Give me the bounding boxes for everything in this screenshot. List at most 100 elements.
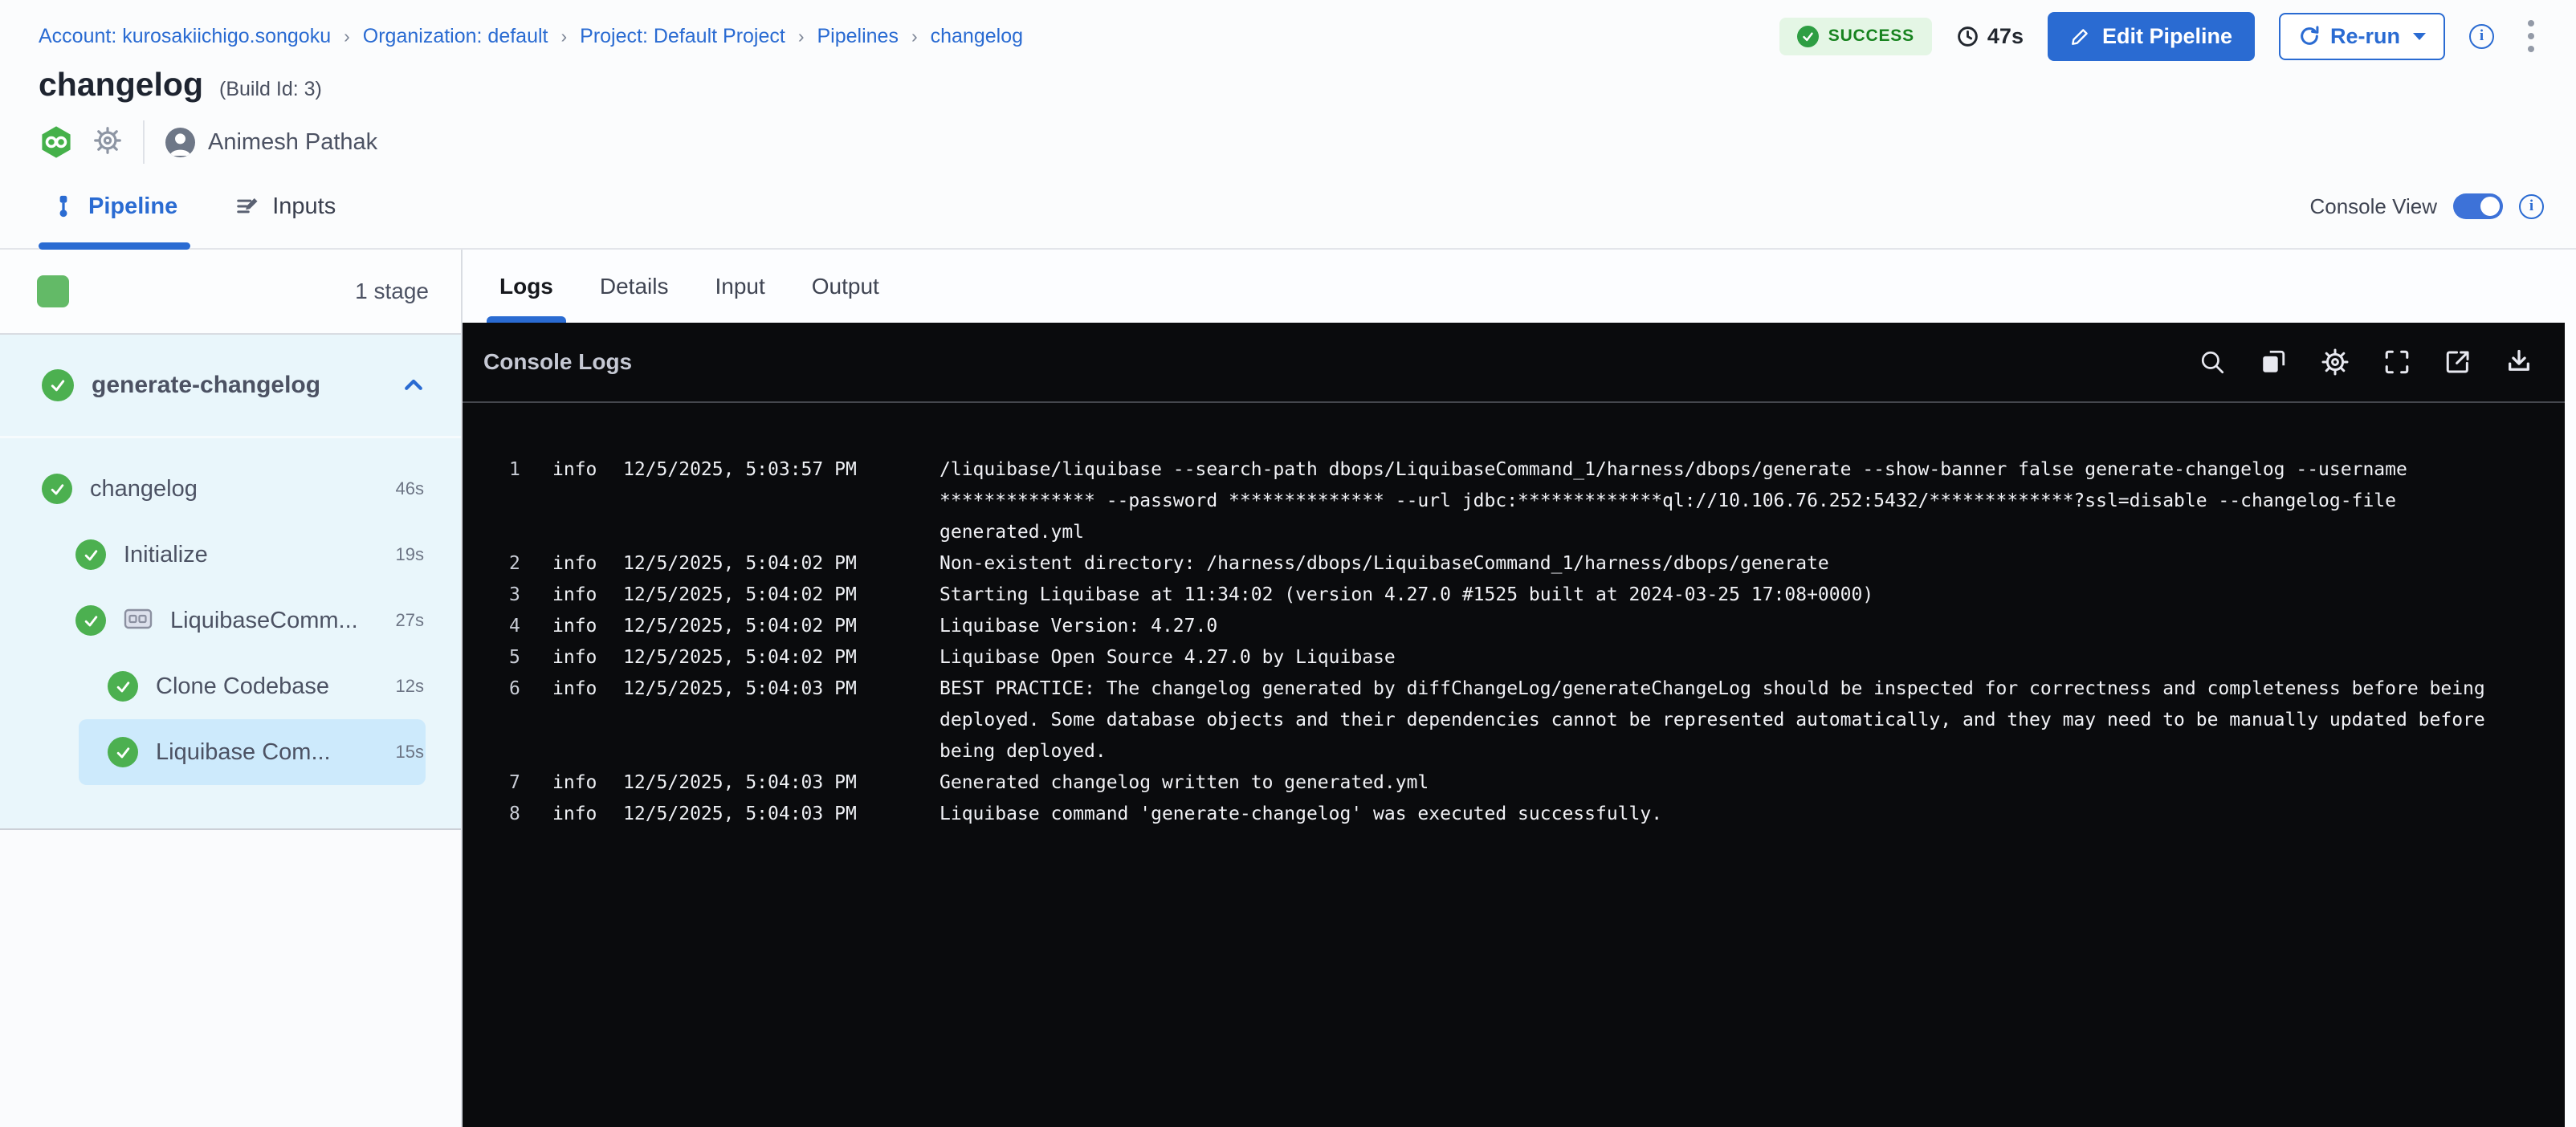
log-timestamp: 12/5/2025, 5:03:57 PM — [623, 454, 920, 548]
log-timestamp: 12/5/2025, 5:04:03 PM — [623, 799, 920, 830]
log-timestamp: 12/5/2025, 5:04:02 PM — [623, 580, 920, 611]
log-level: info — [552, 454, 604, 548]
console-log-lines: 1 info 12/5/2025, 5:03:57 PM /liquibase/… — [463, 403, 2565, 830]
step-label: Liquibase Com... — [156, 739, 378, 766]
breadcrumb-link[interactable]: Account: kurosakiichigo.songoku — [39, 25, 331, 48]
log-message: Starting Liquibase at 11:34:02 (version … — [940, 580, 2537, 611]
execution-duration: 47s — [1956, 24, 2024, 49]
stage-status-square[interactable] — [37, 275, 69, 307]
download-icon[interactable] — [2505, 348, 2533, 376]
step-detail-panel: Logs Details Input Output Console Logs — [463, 250, 2576, 1127]
chevron-up-icon[interactable] — [401, 373, 426, 397]
rerun-icon — [2298, 25, 2321, 47]
edit-pipeline-button[interactable]: Edit Pipeline — [2048, 12, 2255, 61]
tab-pipeline[interactable]: Pipeline — [39, 165, 190, 248]
log-line: 8 info 12/5/2025, 5:04:03 PM Liquibase c… — [509, 799, 2537, 830]
log-message: Liquibase Open Source 4.27.0 by Liquibas… — [940, 642, 2537, 673]
console-view-info-icon[interactable]: i — [2519, 194, 2544, 219]
breadcrumb-separator: › — [911, 26, 918, 47]
breadcrumb-link[interactable]: changelog — [931, 25, 1023, 48]
step-label: LiquibaseComm... — [170, 608, 378, 634]
breadcrumb-separator: › — [798, 26, 805, 47]
log-line-number: 7 — [509, 767, 533, 799]
breadcrumb-link[interactable]: Project: Default Project — [580, 25, 785, 48]
triggered-by: Animesh Pathak — [165, 128, 377, 157]
step-row[interactable]: Initialize 19s — [0, 522, 461, 588]
log-line-number: 8 — [509, 799, 533, 830]
step-success-icon — [108, 737, 138, 767]
log-line: 1 info 12/5/2025, 5:03:57 PM /liquibase/… — [509, 454, 2537, 548]
rerun-caret-icon — [2413, 33, 2426, 40]
rerun-button[interactable]: Re-run — [2279, 13, 2445, 60]
detail-tab[interactable]: Details — [600, 250, 669, 323]
detail-tab[interactable]: Input — [715, 250, 764, 323]
log-message: Liquibase command 'generate-changelog' w… — [940, 799, 2537, 830]
log-timestamp: 12/5/2025, 5:04:03 PM — [623, 673, 920, 767]
breadcrumb-separator: › — [344, 26, 350, 47]
stage-header[interactable]: generate-changelog — [0, 335, 461, 436]
step-duration: 19s — [396, 544, 424, 565]
rerun-info-icon[interactable]: i — [2469, 24, 2494, 49]
log-line: 4 info 12/5/2025, 5:04:02 PM Liquibase V… — [509, 611, 2537, 642]
log-line-number: 6 — [509, 673, 533, 767]
search-icon[interactable] — [2199, 348, 2226, 376]
stage-count-label: 1 stage — [355, 279, 429, 304]
page-title: changelog — [39, 66, 203, 104]
log-line-number: 1 — [509, 454, 533, 548]
step-tree: changelog 46s Initialize 19s — [0, 436, 461, 830]
log-timestamp: 12/5/2025, 5:04:03 PM — [623, 767, 920, 799]
breadcrumb-link[interactable]: Organization: default — [363, 25, 548, 48]
copy-icon[interactable] — [2260, 348, 2287, 376]
settings-gear-icon[interactable] — [2321, 348, 2350, 376]
detail-tab[interactable]: Output — [812, 250, 879, 323]
pipeline-icon — [51, 194, 75, 218]
main-area: 1 stage generate-changelog change — [0, 250, 2576, 1127]
step-success-icon — [75, 539, 106, 570]
step-row[interactable]: changelog 46s — [0, 456, 461, 522]
log-line-number: 3 — [509, 580, 533, 611]
step-duration: 27s — [396, 610, 424, 631]
pipeline-execution-page: Account: kurosakiichigo.songoku › Organi… — [0, 0, 2576, 1127]
log-level: info — [552, 548, 604, 580]
fullscreen-icon[interactable] — [2383, 348, 2411, 376]
log-line-number: 4 — [509, 611, 533, 642]
open-in-new-icon[interactable] — [2444, 348, 2472, 376]
build-id-label: (Build Id: 3) — [219, 78, 322, 101]
sidebar-empty-area — [0, 830, 461, 1127]
step-row[interactable]: Clone Codebase 12s — [0, 653, 461, 719]
status-badge-label: SUCCESS — [1828, 26, 1914, 46]
tab-inputs-label: Inputs — [272, 193, 336, 220]
log-timestamp: 12/5/2025, 5:04:02 PM — [623, 548, 920, 580]
step-label: changelog — [90, 476, 378, 502]
step-group-card-icon — [124, 607, 153, 635]
status-badge: SUCCESS — [1779, 18, 1932, 55]
view-tab-bar: Pipeline Inputs Console View i — [0, 165, 2576, 250]
console-view-toggle[interactable] — [2453, 193, 2503, 219]
console-header: Console Logs — [463, 323, 2565, 403]
log-message: /liquibase/liquibase --search-path dbops… — [940, 454, 2537, 548]
detail-tab-bar: Logs Details Input Output — [463, 250, 2576, 323]
log-line-number: 5 — [509, 642, 533, 673]
avatar — [165, 128, 195, 157]
step-duration: 46s — [396, 478, 424, 499]
step-success-icon — [42, 474, 72, 504]
stage-name-label: generate-changelog — [92, 372, 384, 399]
pipeline-settings-gear-icon[interactable] — [93, 126, 122, 159]
log-line: 2 info 12/5/2025, 5:04:02 PM Non-existen… — [509, 548, 2537, 580]
step-row[interactable]: LiquibaseComm... 27s — [0, 588, 461, 653]
step-row[interactable]: Liquibase Com... 15s — [0, 719, 461, 785]
log-line: 7 info 12/5/2025, 5:04:03 PM Generated c… — [509, 767, 2537, 799]
stage-success-icon — [42, 369, 74, 401]
tab-inputs[interactable]: Inputs — [222, 165, 348, 248]
breadcrumb-link[interactable]: Pipelines — [817, 25, 899, 48]
title-row: changelog (Build Id: 3) — [0, 59, 2576, 104]
more-options-menu[interactable] — [2518, 17, 2544, 55]
tab-pipeline-label: Pipeline — [88, 193, 177, 220]
meta-divider — [143, 120, 145, 164]
clock-icon — [1956, 25, 1979, 48]
detail-tab[interactable]: Logs — [499, 250, 553, 323]
log-level: info — [552, 611, 604, 642]
step-label: Clone Codebase — [156, 673, 378, 700]
log-message: Non-existent directory: /harness/dbops/L… — [940, 548, 2537, 580]
step-success-icon — [75, 605, 106, 636]
